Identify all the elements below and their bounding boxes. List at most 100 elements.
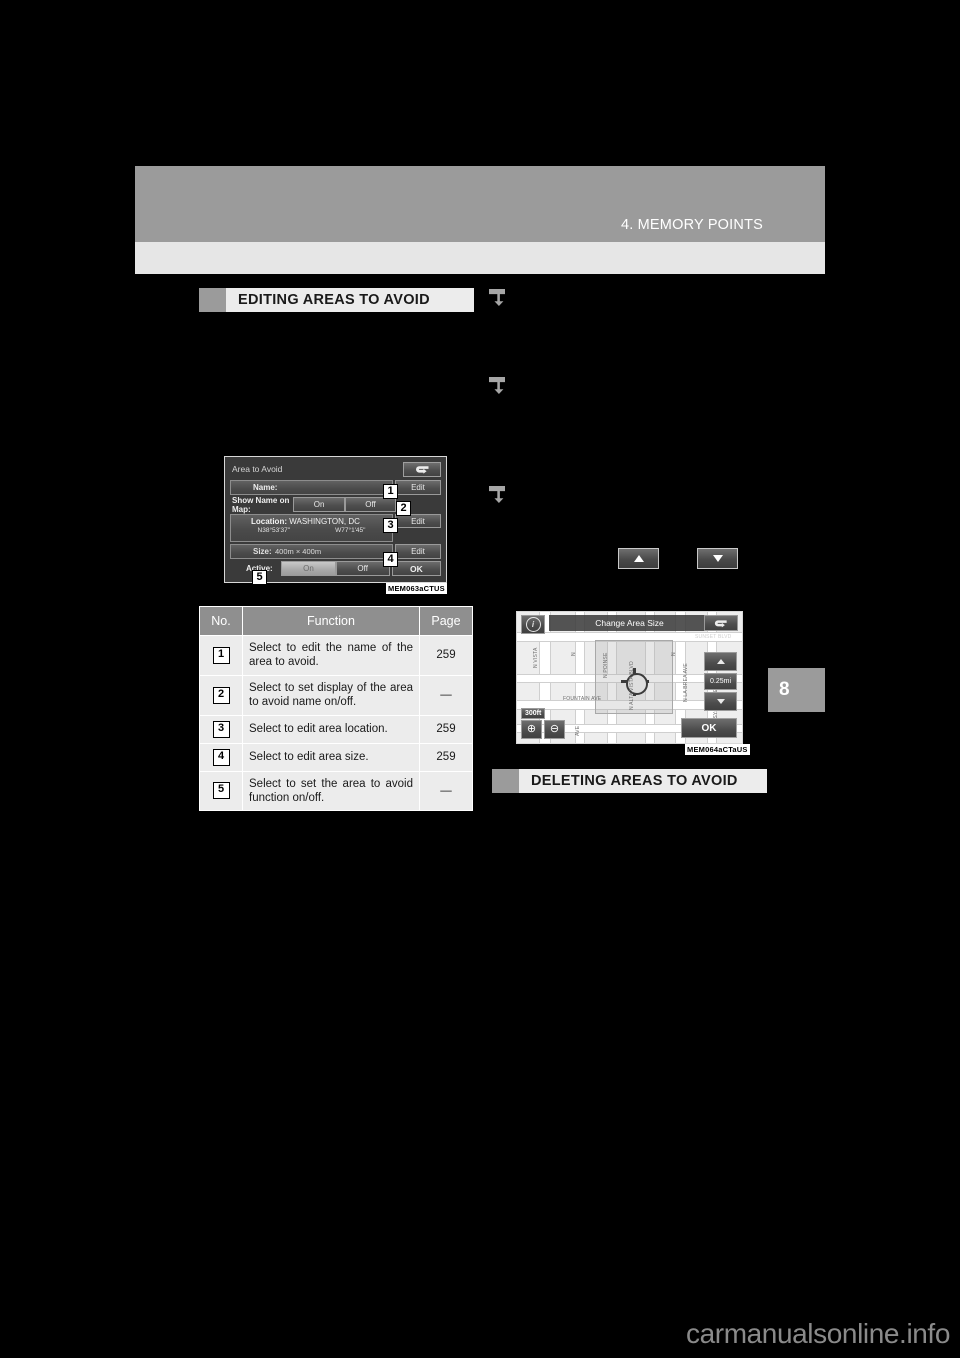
- scale-control: 0.25mi: [704, 652, 737, 713]
- map-label: N ALTA VISTA BLVD: [629, 661, 635, 710]
- inline-scroll-up-button[interactable]: [618, 548, 659, 569]
- latitude-value: N38°53'37": [257, 527, 291, 534]
- step-marker-1: [489, 289, 505, 306]
- page-header-band: 4. MEMORY POINTS: [135, 166, 825, 242]
- inline-scroll-down-button[interactable]: [697, 548, 738, 569]
- map-label: N: [671, 652, 677, 656]
- row-page-number: —: [419, 674, 473, 716]
- size-field[interactable]: Size: 400m × 400m: [230, 544, 393, 559]
- figure-caption-change-area-size: MEM064aCTaUS: [685, 744, 750, 755]
- location-edit-button[interactable]: Edit: [395, 514, 441, 528]
- map-label: AVE: [575, 725, 581, 736]
- nav-titlebar: Area to Avoid: [230, 461, 441, 477]
- active-on-button[interactable]: On: [281, 561, 336, 576]
- row-function-text: Select to edit area location.: [242, 714, 420, 744]
- longitude-value: W77°1'45": [335, 527, 366, 534]
- ok-button[interactable]: OK: [391, 561, 441, 576]
- page-header-subband: [135, 242, 825, 274]
- table-row: 1 Select to edit the name of the area to…: [199, 635, 473, 676]
- section-heading-editing-areas-to-avoid: EDITING AREAS TO AVOID: [199, 288, 474, 312]
- row-page-number: 259: [419, 742, 473, 772]
- callout-4: 4: [383, 552, 398, 567]
- row-function-text: Select to set the area to avoid function…: [242, 770, 420, 812]
- row-size: Size: 400m × 400m Edit: [230, 544, 441, 559]
- size-edit-button[interactable]: Edit: [395, 544, 441, 559]
- row-function-text: Select to edit area size.: [242, 742, 420, 772]
- row-page-number: 259: [419, 635, 473, 676]
- location-label: Location:: [251, 517, 287, 526]
- callout-1: 1: [383, 484, 398, 499]
- row-number-badge: 4: [212, 748, 230, 766]
- map-label: FOUNTAIN AVE: [563, 696, 602, 702]
- row-page-number: —: [419, 770, 473, 812]
- map-label: N LA BREA AVE: [683, 663, 689, 702]
- table-header-row: No. Function Page: [199, 606, 473, 636]
- name-field[interactable]: Name:: [230, 480, 393, 495]
- table-row: 4 Select to edit area size. 259: [199, 742, 473, 772]
- chapter-tab[interactable]: 8: [768, 668, 825, 712]
- step-marker-3: [489, 486, 505, 503]
- chapter-number: 8: [779, 679, 790, 700]
- location-line: Location: WASHINGTON, DC: [235, 517, 388, 526]
- info-button[interactable]: i: [521, 615, 545, 634]
- zoom-out-button[interactable]: ⊖: [544, 720, 565, 739]
- column-header-no: No.: [199, 606, 243, 636]
- row-number-badge: 5: [212, 782, 230, 800]
- size-value: 400m × 400m: [275, 547, 322, 556]
- map-ok-button[interactable]: OK: [681, 718, 737, 738]
- scale-down-button[interactable]: [704, 692, 737, 711]
- row-location: Location: WASHINGTON, DC N38°53'37" W77°…: [230, 514, 441, 542]
- step-marker-glyph-icon: [489, 377, 505, 394]
- row-function-text: Select to set display of the area to avo…: [242, 674, 420, 716]
- row-number-badge: 1: [212, 646, 230, 664]
- column-header-function: Function: [242, 606, 420, 636]
- info-icon: i: [525, 617, 541, 632]
- name-label: Name:: [253, 483, 278, 492]
- show-name-off-button[interactable]: Off: [344, 497, 397, 512]
- row-name: Name: Edit: [230, 480, 441, 495]
- callout-5: 5: [252, 570, 267, 585]
- step-marker-2: [489, 377, 505, 394]
- map-label: N: [571, 652, 577, 656]
- page-title: 4. MEMORY POINTS: [620, 217, 763, 233]
- step-marker-glyph-icon: [489, 289, 505, 306]
- row-number-badge: 2: [212, 686, 230, 704]
- row-number-badge: 3: [212, 720, 230, 738]
- callout-2: 2: [396, 501, 411, 516]
- map-screen-title: Change Area Size: [549, 615, 710, 631]
- zoom-level-label: 300ft: [521, 708, 546, 719]
- figure-caption-area-to-avoid: MEM063aCTUS: [386, 583, 447, 594]
- map-back-button[interactable]: [704, 615, 738, 631]
- map-label: N POINSE: [603, 652, 609, 679]
- figure-change-area-size-screen: N VISTA N N POINSE N ALTA VISTA BLVD N N…: [516, 611, 743, 744]
- triangle-up-icon: [633, 555, 644, 562]
- size-label: Size:: [253, 547, 272, 556]
- back-button[interactable]: [403, 461, 441, 477]
- triangle-down-icon: [712, 555, 723, 562]
- table-row: 2 Select to set display of the area to a…: [199, 674, 473, 716]
- row-page-number: 259: [419, 714, 473, 744]
- figure-area-to-avoid-screen: Area to Avoid Name: Edit Show Name on Ma…: [224, 456, 447, 583]
- map-label: SUNSET BLVD: [695, 634, 732, 640]
- active-off-button[interactable]: Off: [335, 561, 390, 576]
- location-coordinates: N38°53'37" W77°1'45": [235, 526, 388, 534]
- triangle-down-icon: [716, 699, 725, 704]
- triangle-up-icon: [716, 659, 725, 664]
- section-heading-label: EDITING AREAS TO AVOID: [238, 292, 430, 308]
- table-row: 3 Select to edit area location. 259: [199, 714, 473, 744]
- zoom-controls: ⊕ ⊖: [521, 720, 565, 739]
- show-name-on-map-label: Show Name on Map:: [232, 495, 290, 514]
- table-row: 5 Select to set the area to avoid functi…: [199, 770, 473, 812]
- section-heading-label: DELETING AREAS TO AVOID: [531, 773, 738, 789]
- function-table: No. Function Page 1 Select to edit the n…: [199, 606, 473, 812]
- crosshair-icon: [621, 668, 649, 696]
- zoom-in-button[interactable]: ⊕: [521, 720, 542, 739]
- show-name-on-button[interactable]: On: [293, 497, 345, 512]
- location-field[interactable]: Location: WASHINGTON, DC N38°53'37" W77°…: [230, 514, 393, 542]
- scale-up-button[interactable]: [704, 652, 737, 671]
- scale-value: 0.25mi: [704, 673, 737, 690]
- section-swatch-icon: [492, 769, 519, 793]
- name-edit-button[interactable]: Edit: [395, 480, 441, 495]
- back-arrow-icon: [415, 465, 428, 474]
- nav-screen-title: Area to Avoid: [232, 464, 283, 474]
